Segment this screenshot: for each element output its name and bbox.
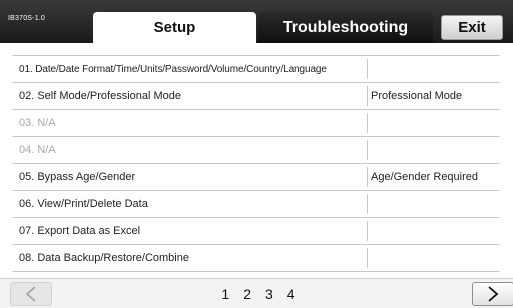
menu-row-label: 04. N/A (19, 144, 56, 156)
menu-row-label: 08. Data Backup/Restore/Combine (19, 252, 189, 264)
menu-row-02[interactable]: 02. Self Mode/Professional Mode Professi… (12, 83, 500, 110)
column-divider (367, 113, 368, 133)
menu-row-05[interactable]: 05. Bypass Age/Gender Age/Gender Require… (12, 164, 500, 191)
column-divider (367, 167, 368, 187)
column-divider (367, 221, 368, 241)
page-2[interactable]: 2 (243, 286, 251, 302)
column-divider (367, 86, 368, 106)
menu-row-07[interactable]: 07. Export Data as Excel (12, 218, 500, 245)
menu-row-label: 02. Self Mode/Professional Mode (19, 90, 182, 102)
page-1[interactable]: 1 (221, 286, 229, 302)
column-divider (367, 248, 368, 268)
menu-row-value: Age/Gender Required (371, 171, 479, 183)
menu-row-04: 04. N/A (12, 137, 500, 164)
column-divider (367, 140, 368, 160)
menu-row-label: 07. Export Data as Excel (19, 225, 141, 237)
menu-row-06[interactable]: 06. View/Print/Delete Data (12, 191, 500, 218)
tab-troubleshooting[interactable]: Troubleshooting (258, 12, 433, 43)
menu-row-label: 05. Bypass Age/Gender (19, 171, 136, 183)
pagination-bar: 1 2 3 4 (0, 278, 513, 308)
chevron-left-icon (25, 286, 36, 302)
column-divider (367, 59, 368, 79)
menu-row-01[interactable]: 01. Date/Date Format/Time/Units/Password… (12, 56, 500, 83)
page-3[interactable]: 3 (265, 286, 273, 302)
menu-row-08[interactable]: 08. Data Backup/Restore/Combine (12, 245, 500, 272)
model-label: IB370S-1.0 (8, 15, 46, 22)
chevron-right-icon (488, 286, 499, 302)
setup-screen: IB370S-1.0 Setup Troubleshooting Exit 01… (0, 0, 513, 308)
menu-row-value: Professional Mode (371, 90, 463, 102)
setup-menu-list: 01. Date/Date Format/Time/Units/Password… (12, 55, 500, 272)
tab-setup[interactable]: Setup (93, 12, 256, 43)
previous-page-button[interactable] (10, 282, 52, 306)
page-4[interactable]: 4 (287, 286, 295, 302)
exit-button[interactable]: Exit (441, 15, 503, 40)
menu-row-label: 03. N/A (19, 117, 56, 129)
page-numbers: 1 2 3 4 (0, 279, 513, 308)
menu-row-03: 03. N/A (12, 110, 500, 137)
top-bar: IB370S-1.0 Setup Troubleshooting Exit (0, 0, 513, 43)
next-page-button[interactable] (472, 282, 513, 306)
menu-row-label: 01. Date/Date Format/Time/Units/Password… (19, 64, 327, 75)
column-divider (367, 194, 368, 214)
menu-row-label: 06. View/Print/Delete Data (19, 198, 148, 210)
